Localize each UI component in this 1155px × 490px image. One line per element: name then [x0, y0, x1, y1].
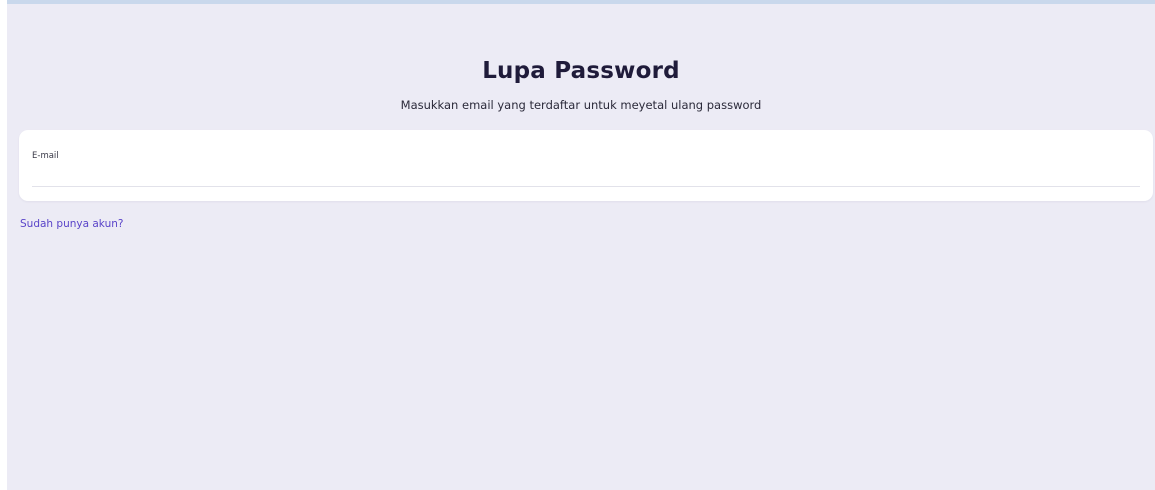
page-title: Lupa Password	[482, 58, 680, 84]
login-link[interactable]: Sudah punya akun?	[20, 218, 123, 230]
page-subtitle: Masukkan email yang terdaftar untuk meye…	[400, 98, 762, 112]
email-label: E-mail	[32, 151, 59, 161]
page-frame: Lupa Password Masukkan email yang terdaf…	[7, 0, 1155, 490]
email-field[interactable]	[32, 164, 1140, 187]
email-form-card: E-mail	[19, 130, 1153, 201]
